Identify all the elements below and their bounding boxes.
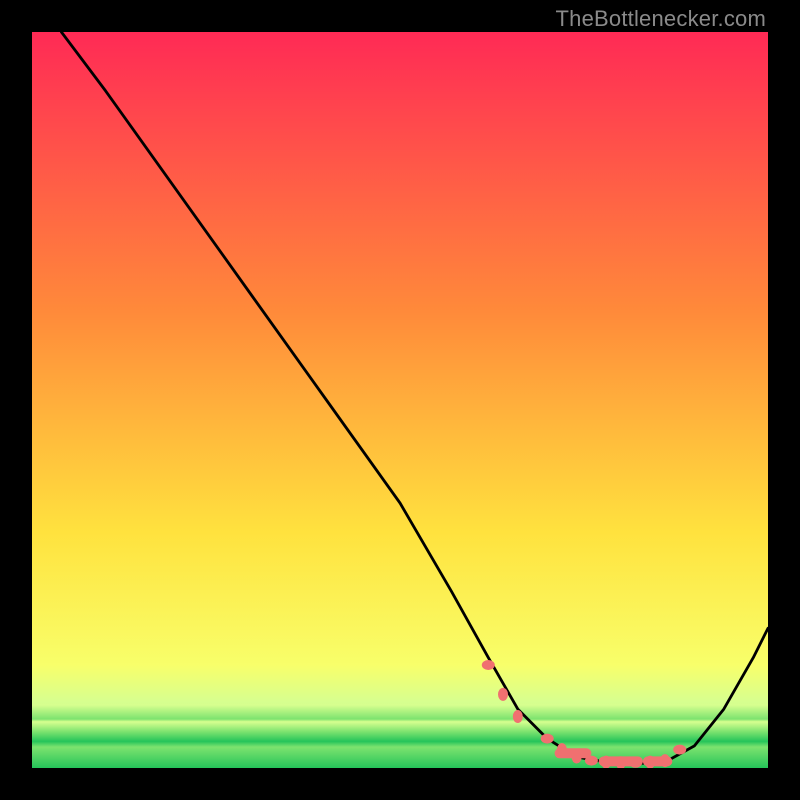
valley-point	[498, 688, 508, 701]
watermark-text: TheBottlenecker.com	[556, 6, 766, 32]
plot-area	[32, 32, 768, 768]
valley-point	[673, 745, 686, 755]
valley-points	[482, 660, 686, 768]
valley-point	[482, 660, 495, 670]
bottleneck-curve	[61, 32, 768, 764]
valley-lozenge	[643, 756, 672, 766]
valley-point	[513, 710, 523, 723]
valley-point	[541, 734, 554, 744]
curve-layer	[32, 32, 768, 768]
valley-lozenge	[599, 756, 643, 766]
chart-container: TheBottlenecker.com	[0, 0, 800, 800]
valley-lozenge	[555, 748, 592, 758]
